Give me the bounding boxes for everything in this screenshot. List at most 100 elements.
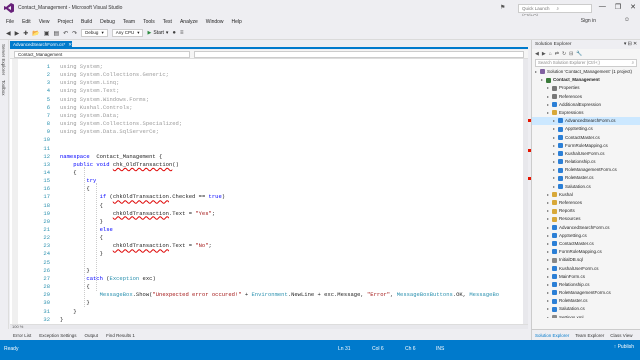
notification-filter-icon[interactable]: ⚑ (500, 4, 505, 11)
solution-tree-item[interactable]: ▸ References (532, 93, 640, 101)
solution-tree-item[interactable]: ▸ RoleManagementForm.cs (532, 289, 640, 297)
platform-select[interactable]: Any CPU ▾ (111, 29, 144, 37)
breakpoint-icon[interactable]: ● (172, 30, 176, 36)
server-explorer-tab[interactable]: Server Explorer (1, 44, 6, 75)
menu-project[interactable]: Project (57, 19, 73, 25)
solution-tree-item[interactable]: ▸ Relationship.cs (532, 281, 640, 289)
code-line[interactable]: 9 using System.Data.SqlServerCe; (10, 128, 528, 136)
solution-tree-item[interactable]: ▸ AdvancedSearchForm.cs (532, 224, 640, 232)
solution-tree-item[interactable]: ▸ MainForm.cs (532, 273, 640, 281)
configuration-select[interactable]: Debug ▾ (81, 29, 108, 37)
code-line[interactable]: 30 } (10, 299, 528, 307)
save-all-icon[interactable]: ▤ (53, 30, 59, 37)
menu-team[interactable]: Team (123, 19, 135, 25)
solution-tree-item[interactable]: ▸ Reports (532, 207, 640, 215)
back-icon[interactable]: ◀ (535, 51, 539, 57)
code-line[interactable]: 12 namespace Contact_Management { (10, 153, 528, 161)
code-line[interactable]: 13 public void chk_OldTransaction() (10, 161, 528, 169)
tab-class-view[interactable]: Class View (610, 333, 632, 338)
code-line[interactable]: 24 } (10, 250, 528, 258)
feedback-smiley-icon[interactable]: ☺ (624, 17, 630, 23)
menu-help[interactable]: Help (232, 19, 242, 25)
code-line[interactable]: 15 try (10, 177, 528, 185)
code-line[interactable]: 28 { (10, 283, 528, 291)
code-line[interactable]: 19 chkOldTransaction.Text = "Yes"; (10, 210, 528, 218)
zoom-level[interactable]: 100 % (12, 324, 23, 329)
quick-launch-input[interactable]: Quick Launch (Ctrl+Q) ⌕ (518, 4, 592, 18)
maximize-button[interactable]: ❐ (615, 3, 621, 11)
code-line[interactable]: 1 using System; (10, 63, 528, 71)
redo-icon[interactable]: ↷ (72, 30, 77, 37)
code-line[interactable]: 21 else (10, 226, 528, 234)
comment-icon[interactable]: ≡ (180, 30, 184, 36)
code-line[interactable]: 31 } (10, 308, 528, 316)
solution-tree-item[interactable]: ▸ RoleManagementForm.cs (532, 166, 640, 174)
code-line[interactable]: 6 using Kushal.Controls; (10, 104, 528, 112)
code-line[interactable]: 26 } (10, 267, 528, 275)
sync-icon[interactable]: ⇄ (555, 51, 559, 57)
code-line[interactable]: 4 using System.Text; (10, 87, 528, 95)
menu-window[interactable]: Window (206, 19, 224, 25)
minimize-button[interactable]: — (599, 3, 606, 11)
tab-error-list[interactable]: Error List (13, 333, 31, 338)
solution-tree-item[interactable]: ▸ RoleMaster.cs (532, 174, 640, 182)
new-project-icon[interactable]: ✚ (23, 30, 28, 37)
code-line[interactable]: 7 using System.Data; (10, 112, 528, 120)
project-dropdown[interactable]: Contact_Management (14, 51, 190, 58)
code-line[interactable]: 32} (10, 316, 528, 324)
code-line[interactable]: 2 using System.Collections.Generic; (10, 71, 528, 79)
menu-test[interactable]: Test (163, 19, 172, 25)
forward-icon[interactable]: ▶ (15, 30, 20, 37)
tab-advanced-search-form[interactable]: AdvancedSearchForm.cs* ✕ (10, 41, 72, 49)
menu-analyze[interactable]: Analyze (180, 19, 198, 25)
solution-tree-item[interactable]: ▸ KushalUserForm.cs (532, 265, 640, 273)
solution-tree-item[interactable]: ▸ Settings.xml (532, 314, 640, 318)
solution-tree-item[interactable]: ▸ FormRoleMapping.cs (532, 248, 640, 256)
solution-tree-item[interactable]: ▸ AppSetting.cs (532, 125, 640, 133)
publish-button[interactable]: ↑ Publish (614, 344, 634, 350)
properties-icon[interactable]: 🔧 (576, 51, 582, 57)
refresh-icon[interactable]: ↻ (562, 51, 566, 57)
code-line[interactable]: 5 using System.Windows.Forms; (10, 96, 528, 104)
forward-icon[interactable]: ▶ (542, 51, 546, 57)
code-line[interactable]: 10 (10, 136, 528, 144)
sign-in-link[interactable]: Sign in (581, 18, 596, 24)
solution-tree-item[interactable]: ▸ Properties (532, 84, 640, 92)
menu-debug[interactable]: Debug (100, 19, 115, 25)
solution-tree-item[interactable]: ▸ ContactMaster.cs (532, 240, 640, 248)
code-line[interactable]: 27 catch (Exception exc) (10, 275, 528, 283)
start-button[interactable]: ▶ Start ▾ (147, 30, 168, 36)
undo-icon[interactable]: ↶ (63, 30, 68, 37)
code-line[interactable]: 17 if (chkOldTransaction.Checked == true… (10, 193, 528, 201)
solution-tree-item[interactable]: ▸ InitialDB.sql (532, 256, 640, 264)
solution-tree-item[interactable]: ▸ Contact_Management (532, 76, 640, 84)
solution-tree-item[interactable]: ▸ Salutation.cs (532, 183, 640, 191)
panel-options-icon[interactable]: ▾ ⊟ ✕ (624, 40, 637, 49)
solution-tree-item[interactable]: ▸ Kushal (532, 191, 640, 199)
solution-tree-item[interactable]: ▸ AppSetting.cs (532, 232, 640, 240)
solution-tree-item[interactable]: ▸ Solution 'Contact_Management' (1 projec… (532, 68, 640, 76)
tab-team-explorer[interactable]: Team Explorer (575, 333, 604, 338)
menu-build[interactable]: Build (81, 19, 92, 25)
toolbox-tab[interactable]: Toolbox (1, 80, 6, 96)
tab-exception-settings[interactable]: Exception Settings (39, 333, 76, 338)
collapse-all-icon[interactable]: ⊟ (569, 51, 573, 57)
solution-tree-item[interactable]: ▸ ContactMaster.cs (532, 134, 640, 142)
code-line[interactable]: 20 } (10, 218, 528, 226)
solution-tree-item[interactable]: ▸ Resources (532, 215, 640, 223)
tab-find-results[interactable]: Find Results 1 (106, 333, 135, 338)
solution-tree-item[interactable]: ▸ FormRoleMapping.cs (532, 142, 640, 150)
solution-tree-item[interactable]: ▸ RoleMaster.cs (532, 297, 640, 305)
code-line[interactable]: 22 { (10, 234, 528, 242)
solution-tree-item[interactable]: ▸ AdvancedSearchForm.cs (532, 117, 640, 126)
solution-tree-item[interactable]: ▸ References (532, 199, 640, 207)
solution-tree-item[interactable]: ▸ AdditionalExpression (532, 101, 640, 109)
tab-solution-explorer[interactable]: Solution Explorer (535, 333, 569, 338)
open-file-icon[interactable]: 📂 (32, 30, 39, 37)
close-button[interactable]: ✕ (630, 3, 636, 11)
menu-edit[interactable]: Edit (22, 19, 31, 25)
solution-search-input[interactable]: Search Solution Explorer (Ctrl+;) ⌕ (535, 59, 637, 67)
code-line[interactable]: 11 (10, 145, 528, 153)
member-dropdown[interactable] (194, 51, 524, 58)
close-icon[interactable]: ✕ (68, 42, 72, 47)
